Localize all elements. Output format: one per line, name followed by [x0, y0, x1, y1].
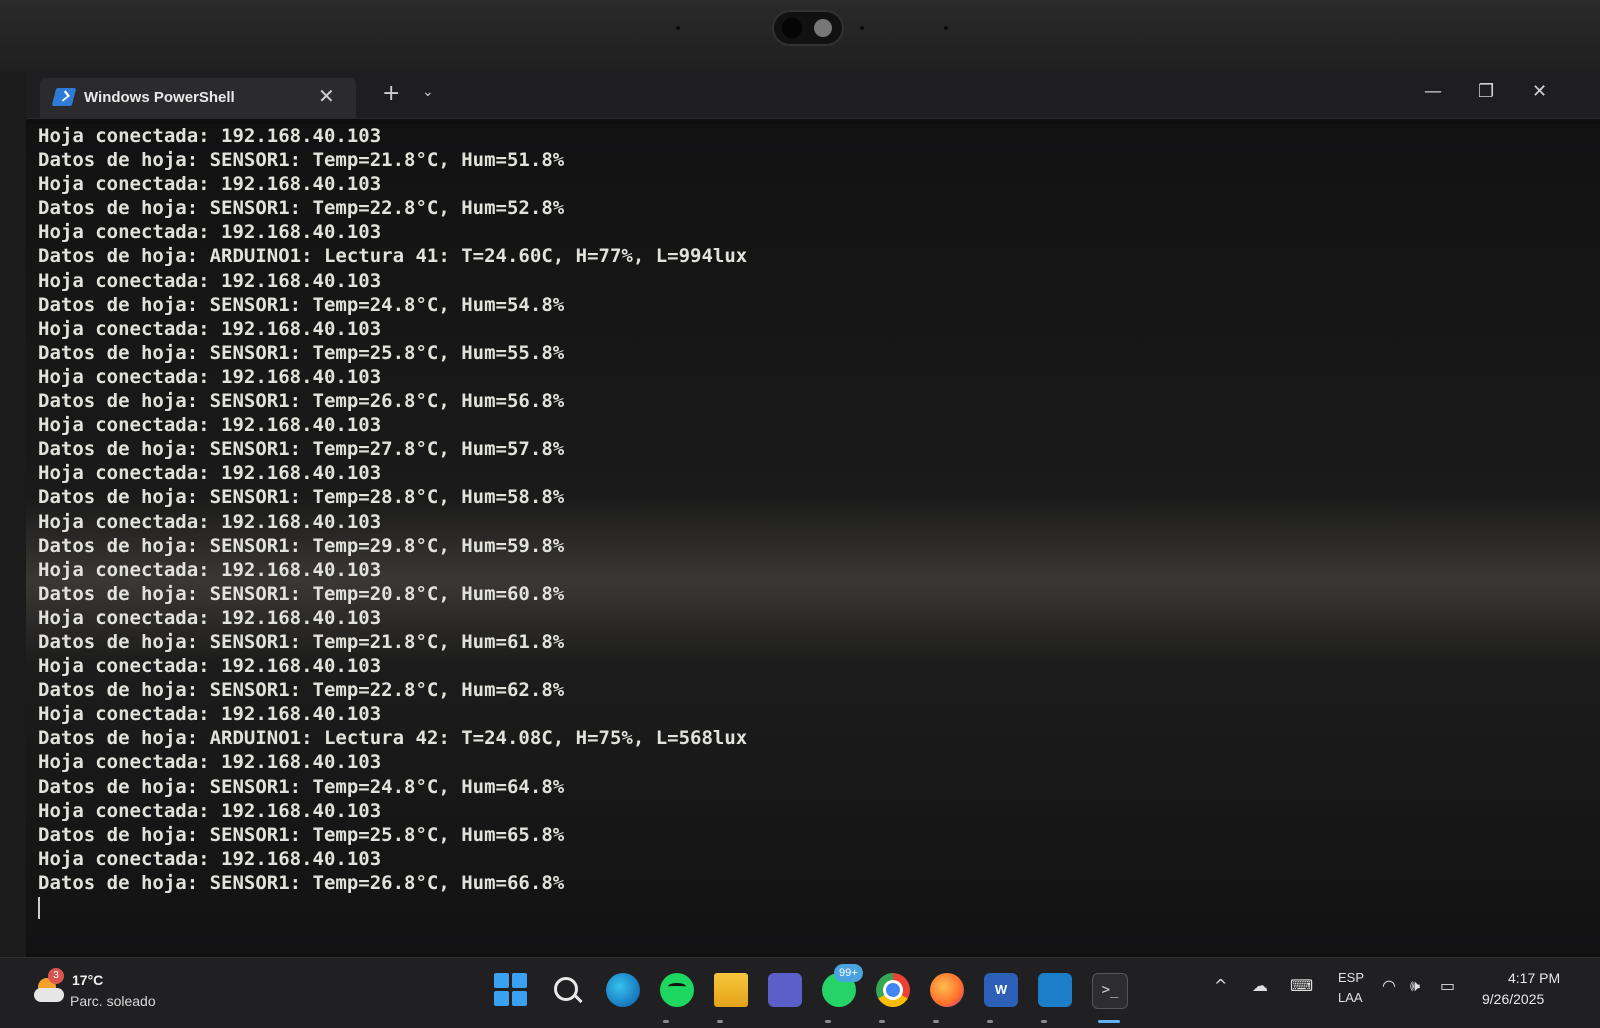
running-indicator [663, 1020, 669, 1023]
terminal-line: Hoja conectada: 192.168.40.103 [38, 462, 382, 485]
terminal-icon[interactable]: >_ [1092, 973, 1128, 1009]
terminal-line: Datos de hoja: ARDUINO1: Lectura 41: T=2… [38, 245, 748, 268]
chevron-down-icon[interactable]: ⌄ [422, 84, 434, 100]
bezel-sensor [676, 26, 680, 30]
terminal-line: Hoja conectada: 192.168.40.103 [38, 365, 382, 388]
weather-temperature[interactable]: 17°C [72, 972, 103, 988]
terminal-line: Datos de hoja: SENSOR1: Temp=20.8°C, Hum… [38, 582, 565, 605]
chrome-icon[interactable] [876, 973, 910, 1007]
bezel-sensor [944, 26, 948, 30]
terminal-line: Hoja conectada: 192.168.40.103 [38, 269, 382, 292]
terminal-line: Datos de hoja: SENSOR1: Temp=21.8°C, Hum… [38, 630, 565, 653]
terminal-line: Datos de hoja: SENSOR1: Temp=24.8°C, Hum… [38, 775, 565, 798]
terminal-line: Datos de hoja: SENSOR1: Temp=24.8°C, Hum… [38, 293, 565, 316]
vscode-icon[interactable] [1038, 973, 1072, 1007]
bezel-sensor [860, 26, 864, 30]
word-icon[interactable]: W [984, 973, 1018, 1007]
cloud-icon [34, 988, 64, 1002]
restore-button[interactable]: ❐ [1478, 81, 1494, 102]
keyboard-layout-indicator[interactable]: LAA [1338, 990, 1363, 1005]
start-button[interactable] [494, 973, 528, 1007]
teams-icon[interactable] [768, 973, 802, 1007]
weather-condition[interactable]: Parc. soleado [70, 993, 156, 1009]
close-button[interactable]: ✕ [1532, 81, 1547, 102]
terminal-line: Hoja conectada: 192.168.40.103 [38, 799, 382, 822]
webcam-shutter [814, 19, 832, 37]
new-tab-button[interactable]: + [382, 81, 400, 106]
terminal-line: Datos de hoja: SENSOR1: Temp=29.8°C, Hum… [38, 534, 565, 557]
minimize-button[interactable]: — [1424, 81, 1442, 102]
file-explorer-icon[interactable] [714, 973, 748, 1007]
laptop-bezel [0, 0, 1600, 72]
terminal-line: Datos de hoja: SENSOR1: Temp=25.8°C, Hum… [38, 341, 565, 364]
taskbar: 3 17°C Parc. soleado 99+ W >_ ^ ☁ ⌨ ESP … [0, 957, 1600, 1028]
active-app-indicator [1098, 1020, 1120, 1023]
terminal-line: Hoja conectada: 192.168.40.103 [38, 510, 382, 533]
keyboard-icon[interactable]: ⌨ [1290, 976, 1313, 995]
terminal-line: Hoja conectada: 192.168.40.103 [38, 558, 382, 581]
terminal-line: Datos de hoja: SENSOR1: Temp=26.8°C, Hum… [38, 390, 565, 413]
tab-close-button[interactable]: ✕ [318, 84, 335, 108]
terminal-line: Hoja conectada: 192.168.40.103 [38, 414, 382, 437]
onedrive-cloud-icon[interactable]: ☁ [1252, 976, 1268, 995]
running-indicator [1041, 1020, 1047, 1023]
powershell-window: Windows PowerShell ✕ + ⌄ — ❐ ✕ Hoja cone… [26, 72, 1600, 957]
edge-icon[interactable] [606, 973, 640, 1007]
clock-time[interactable]: 4:17 PM [1508, 970, 1560, 986]
terminal-line: Hoja conectada: 192.168.40.103 [38, 221, 382, 244]
terminal-line: Datos de hoja: SENSOR1: Temp=22.8°C, Hum… [38, 197, 565, 220]
battery-icon[interactable]: ▭ [1440, 976, 1455, 995]
running-indicator [879, 1020, 885, 1023]
tab-title: Windows PowerShell [84, 89, 235, 106]
search-icon[interactable] [550, 973, 584, 1007]
terminal-line: Hoja conectada: 192.168.40.103 [38, 606, 382, 629]
running-indicator [933, 1020, 939, 1023]
terminal-line: Hoja conectada: 192.168.40.103 [38, 847, 382, 870]
terminal-line: Datos de hoja: ARDUINO1: Lectura 42: T=2… [38, 727, 748, 750]
terminal-line: Hoja conectada: 192.168.40.103 [38, 173, 382, 196]
terminal-line: Datos de hoja: SENSOR1: Temp=26.8°C, Hum… [38, 871, 565, 894]
running-indicator [825, 1020, 831, 1023]
clock-date[interactable]: 9/26/2025 [1482, 991, 1544, 1007]
powershell-icon [51, 88, 77, 106]
terminal-line: Hoja conectada: 192.168.40.103 [38, 125, 382, 147]
terminal-line: Hoja conectada: 192.168.40.103 [38, 655, 382, 678]
wifi-icon[interactable]: ◠ [1382, 976, 1396, 995]
terminal-line: Hoja conectada: 192.168.40.103 [38, 703, 382, 726]
volume-icon[interactable]: 🕪 [1410, 976, 1420, 996]
weather-notification-badge: 3 [48, 968, 64, 984]
spotify-icon[interactable] [660, 973, 694, 1007]
webcam-lens [782, 18, 802, 38]
terminal-line: Datos de hoja: SENSOR1: Temp=22.8°C, Hum… [38, 679, 565, 702]
webcam [772, 10, 844, 46]
terminal-line: Hoja conectada: 192.168.40.103 [38, 317, 382, 340]
tray-chevron-up-icon[interactable]: ^ [1214, 976, 1227, 995]
terminal-line: Datos de hoja: SENSOR1: Temp=28.8°C, Hum… [38, 486, 565, 509]
terminal-line: Datos de hoja: SENSOR1: Temp=25.8°C, Hum… [38, 823, 565, 846]
terminal-line: Hoja conectada: 192.168.40.103 [38, 751, 382, 774]
running-indicator [717, 1020, 723, 1023]
title-bar[interactable]: Windows PowerShell ✕ + ⌄ — ❐ ✕ [26, 72, 1600, 119]
running-indicator [987, 1020, 993, 1023]
text-cursor [38, 897, 40, 919]
terminal-output[interactable]: Hoja conectada: 192.168.40.103 Datos de h… [26, 124, 1600, 954]
terminal-line: Datos de hoja: SENSOR1: Temp=21.8°C, Hum… [38, 149, 565, 172]
firefox-icon[interactable] [930, 973, 964, 1007]
terminal-line: Datos de hoja: SENSOR1: Temp=27.8°C, Hum… [38, 438, 565, 461]
whatsapp-badge: 99+ [834, 964, 863, 982]
tab-windows-powershell[interactable]: Windows PowerShell ✕ [40, 78, 356, 118]
language-indicator[interactable]: ESP [1338, 970, 1364, 985]
